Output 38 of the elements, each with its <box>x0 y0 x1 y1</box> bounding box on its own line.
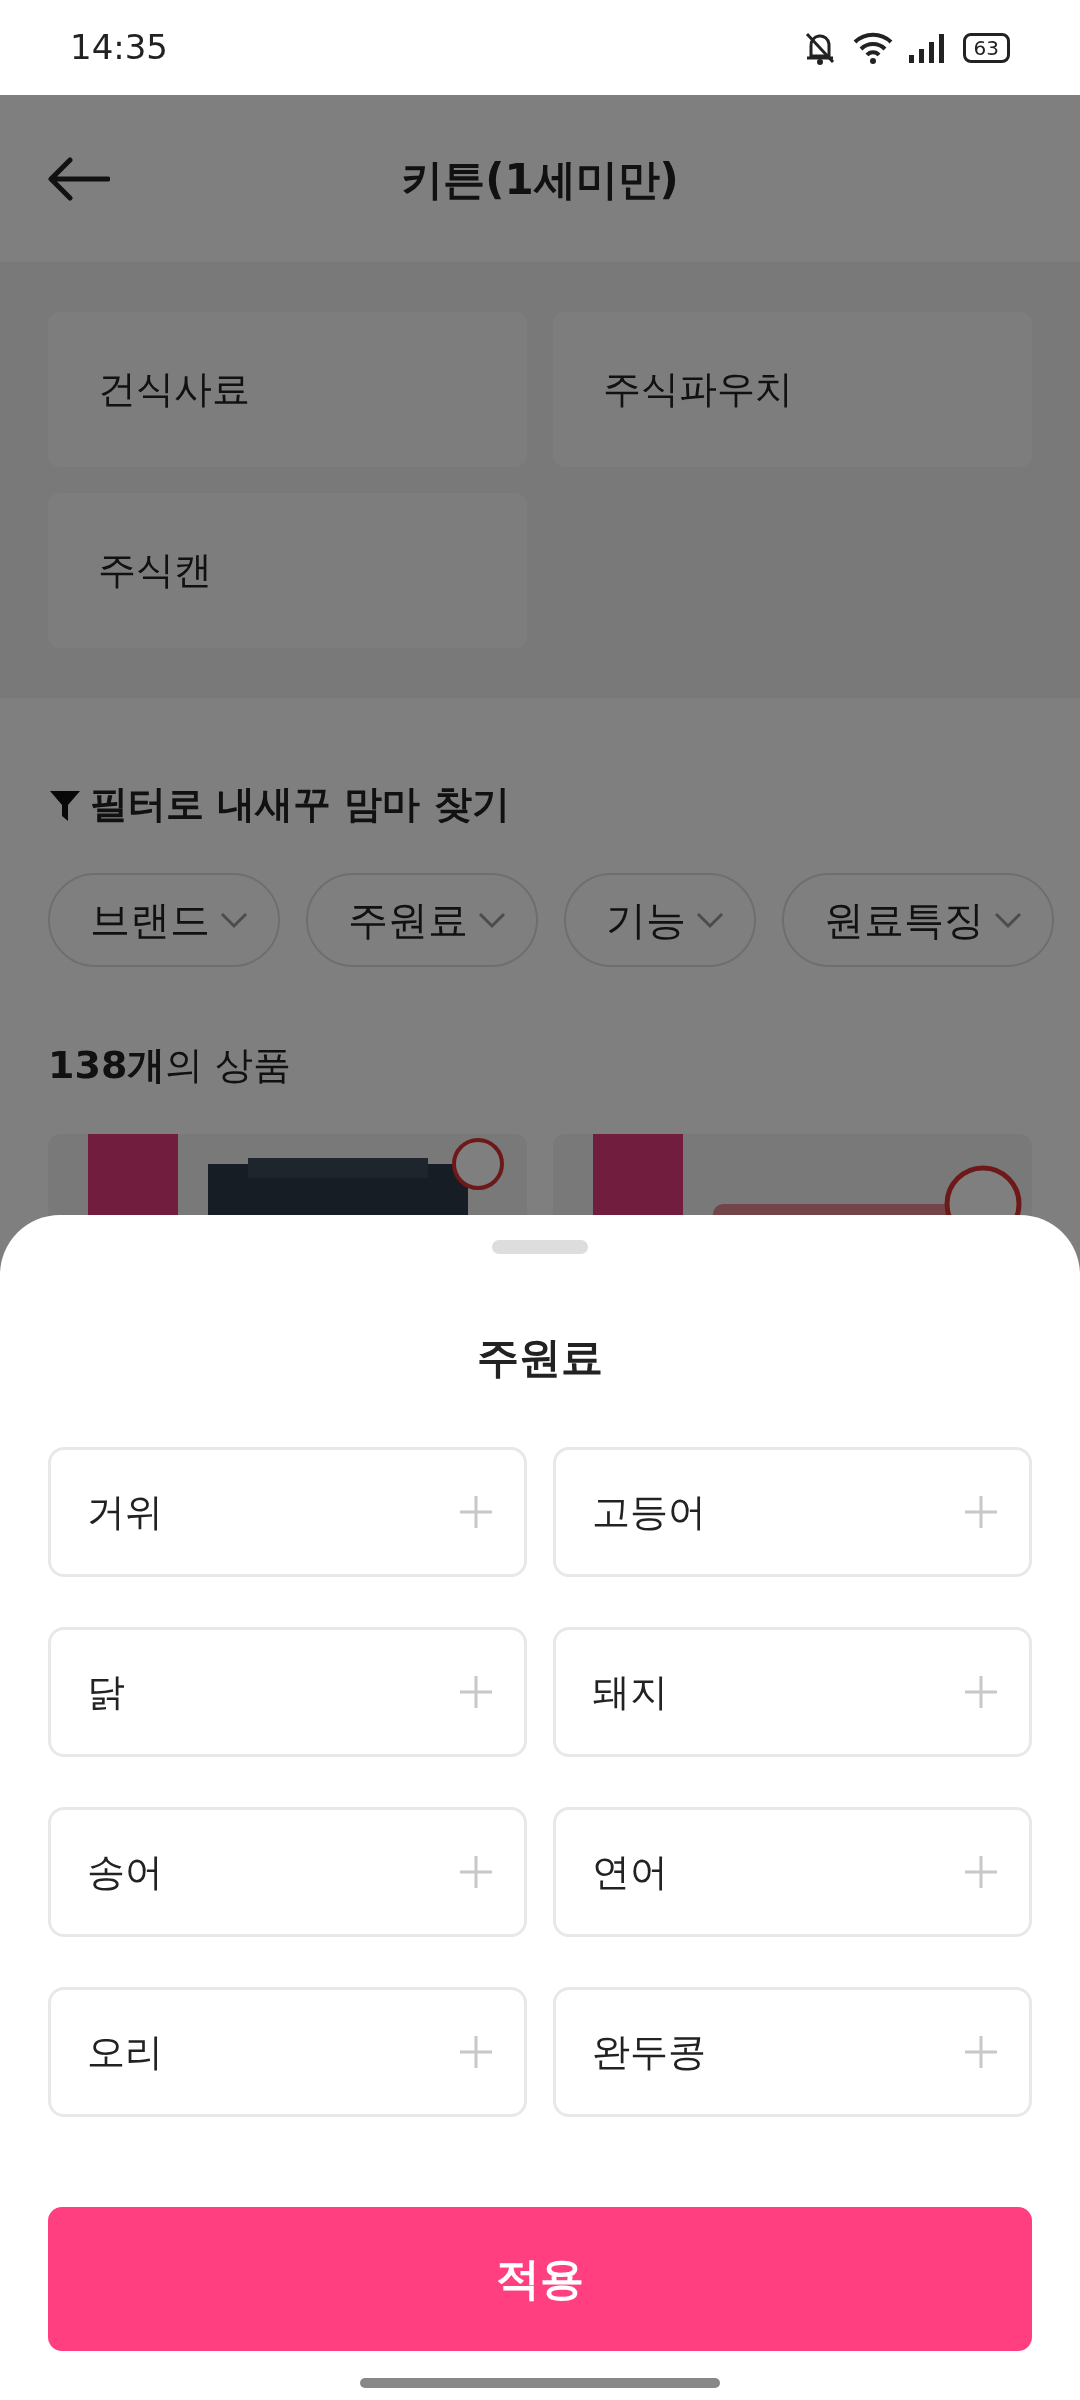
category-button[interactable]: 주식파우치 <box>553 312 1032 467</box>
plus-icon <box>458 2034 494 2070</box>
plus-icon <box>963 1494 999 1530</box>
filter-chip[interactable]: 주원료 <box>306 873 538 967</box>
chevron-down-icon <box>220 911 248 929</box>
plus-icon <box>963 1854 999 1890</box>
sheet-title: 주원료 <box>476 1332 604 1384</box>
filter-chip[interactable]: 브랜드 <box>48 873 280 967</box>
drag-handle[interactable] <box>492 1240 588 1254</box>
chevron-down-icon <box>994 911 1022 929</box>
back-arrow-icon[interactable] <box>48 156 110 201</box>
option-button[interactable]: 돼지 <box>553 1627 1032 1757</box>
plus-icon <box>963 1674 999 1710</box>
page-title: 키튼(1세미만) <box>400 153 680 205</box>
category-button[interactable]: 건식사료 <box>48 312 527 467</box>
home-indicator[interactable] <box>360 2378 720 2388</box>
option-button[interactable]: 연어 <box>553 1807 1032 1937</box>
filter-title: 필터로 내새꾸 맘마 찾기 <box>90 781 510 828</box>
option-button[interactable]: 거위 <box>48 1447 527 1577</box>
option-button[interactable]: 고등어 <box>553 1447 1032 1577</box>
category-button[interactable]: 주식캔 <box>48 493 527 648</box>
plus-icon <box>458 1674 494 1710</box>
filter-chip[interactable]: 원료특징 <box>782 873 1054 967</box>
status-time: 14:35 <box>70 26 168 69</box>
signal-icon <box>908 32 947 63</box>
chevron-down-icon <box>478 911 506 929</box>
plus-icon <box>963 2034 999 2070</box>
plus-icon <box>458 1494 494 1530</box>
option-button[interactable]: 오리 <box>48 1987 527 2117</box>
battery-icon: 63 <box>962 32 1010 63</box>
option-button[interactable]: 송어 <box>48 1807 527 1937</box>
filter-chip[interactable]: 기능 <box>564 873 756 967</box>
option-button[interactable]: 닭 <box>48 1627 527 1757</box>
wifi-icon <box>852 31 893 64</box>
plus-icon <box>458 1854 494 1890</box>
option-button[interactable]: 완두콩 <box>553 1987 1032 2117</box>
product-count: 138개의 상품 <box>48 1043 292 1087</box>
chevron-down-icon <box>696 911 724 929</box>
